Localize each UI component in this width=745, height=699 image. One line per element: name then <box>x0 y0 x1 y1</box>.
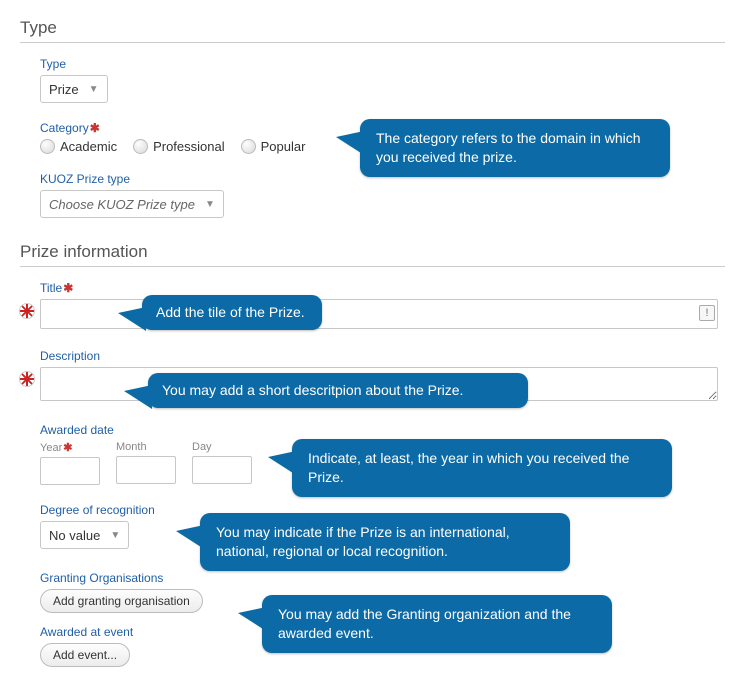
category-radio-professional[interactable]: Professional <box>133 139 225 154</box>
year-label: Year✱ <box>40 441 100 454</box>
kuoz-select[interactable]: Choose KUOZ Prize type ▼ <box>40 190 224 218</box>
category-radio-popular[interactable]: Popular <box>241 139 306 154</box>
title-label: Title✱ <box>40 281 725 295</box>
radio-icon <box>40 139 55 154</box>
tooltip-degree: You may indicate if the Prize is an inte… <box>200 513 570 571</box>
tooltip-title: Add the tile of the Prize. <box>142 295 322 330</box>
add-granting-organisation-button[interactable]: Add granting organisation <box>40 589 203 613</box>
uk-flag-icon <box>19 371 35 387</box>
month-input[interactable] <box>116 456 176 484</box>
awarded-date-label: Awarded date <box>40 423 725 437</box>
tooltip-description: You may add a short descritpion about th… <box>148 373 528 408</box>
type-select-value: Prize <box>49 82 79 97</box>
divider <box>20 266 725 267</box>
category-label-text: Category <box>40 121 89 135</box>
month-label: Month <box>116 441 176 453</box>
degree-select[interactable]: No value ▼ <box>40 521 129 549</box>
day-input[interactable] <box>192 456 252 484</box>
category-radio-academic[interactable]: Academic <box>40 139 117 154</box>
kuoz-select-value: Choose KUOZ Prize type <box>49 197 195 212</box>
degree-select-value: No value <box>49 528 100 543</box>
day-label: Day <box>192 441 252 453</box>
tooltip-granting: You may add the Granting organization an… <box>262 595 612 653</box>
type-label: Type <box>40 57 725 71</box>
chevron-down-icon: ▼ <box>110 530 120 541</box>
section-heading-prize-info: Prize information <box>20 242 725 262</box>
tooltip-date: Indicate, at least, the year in which yo… <box>292 439 672 497</box>
required-icon: ✱ <box>63 442 72 454</box>
radio-icon <box>133 139 148 154</box>
divider <box>20 42 725 43</box>
type-select[interactable]: Prize ▼ <box>40 75 108 103</box>
radio-label: Popular <box>261 139 306 154</box>
required-icon: ✱ <box>90 121 100 135</box>
chevron-down-icon: ▼ <box>89 84 99 95</box>
year-input[interactable] <box>40 457 100 485</box>
alert-icon: ! <box>699 305 715 321</box>
required-icon: ✱ <box>63 281 73 295</box>
radio-label: Professional <box>153 139 225 154</box>
granting-org-label: Granting Organisations <box>40 571 725 585</box>
chevron-down-icon: ▼ <box>205 199 215 210</box>
button-label: Add granting organisation <box>53 594 190 608</box>
add-event-button[interactable]: Add event... <box>40 643 130 667</box>
radio-icon <box>241 139 256 154</box>
uk-flag-icon <box>19 303 35 319</box>
tooltip-category: The category refers to the domain in whi… <box>360 119 670 177</box>
button-label: Add event... <box>53 648 117 662</box>
section-heading-type: Type <box>20 18 725 38</box>
year-label-text: Year <box>40 442 62 454</box>
description-label: Description <box>40 349 725 363</box>
title-label-text: Title <box>40 281 62 295</box>
radio-label: Academic <box>60 139 117 154</box>
